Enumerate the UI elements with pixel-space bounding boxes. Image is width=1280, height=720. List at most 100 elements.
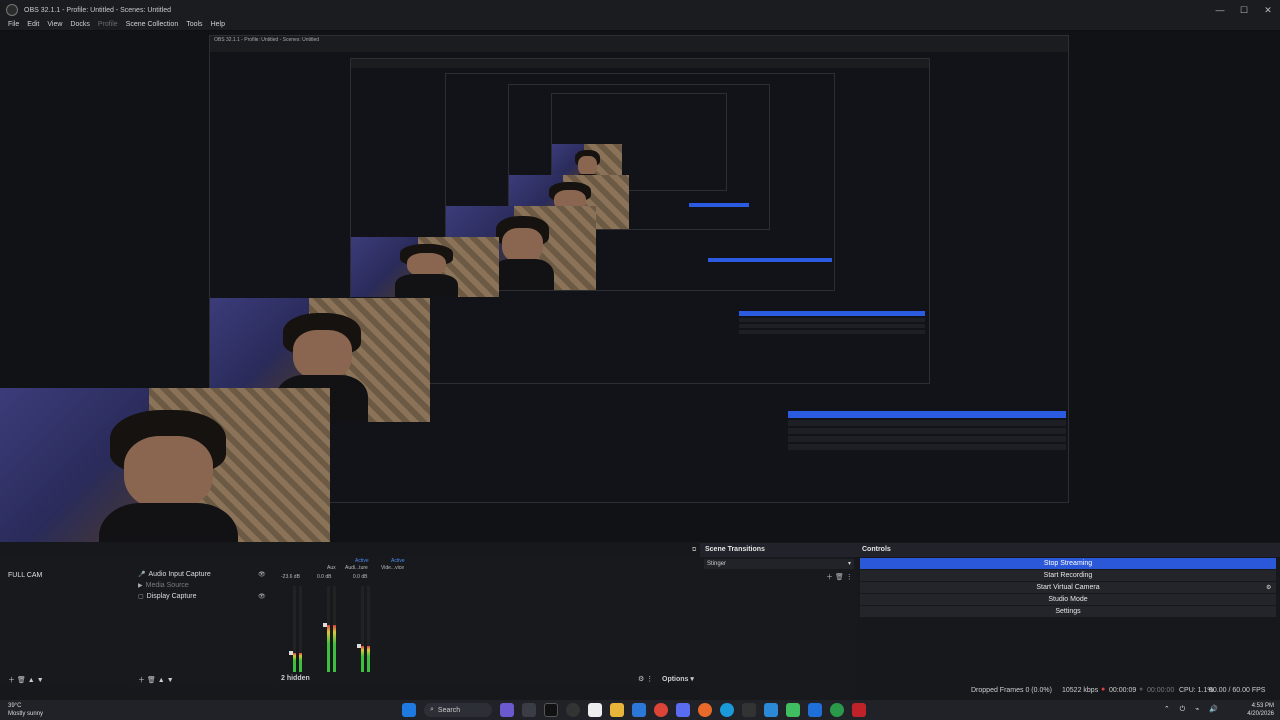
weather-widget[interactable]: 39°C Mostly sunny <box>8 702 43 718</box>
controls-header: Controls <box>857 543 1280 557</box>
source-up-button[interactable]: ▲ <box>158 677 165 684</box>
volume-meter-bar <box>367 586 370 672</box>
menu-help[interactable]: Help <box>211 21 225 28</box>
recording-time: 00:00:00 <box>1147 687 1175 694</box>
status-bar: Dropped Frames 0 (0.0%) 10522 kbps ● 00:… <box>0 686 1280 700</box>
nested-stop-streaming <box>689 203 749 207</box>
hidden-count[interactable]: 2 hidden <box>281 675 310 682</box>
mixer-menu-icon[interactable]: ⋮ <box>646 676 653 683</box>
vscode-icon[interactable] <box>808 703 822 717</box>
store-icon[interactable] <box>632 703 646 717</box>
stop-streaming-button[interactable]: Stop Streaming <box>860 558 1276 569</box>
volume-slider[interactable] <box>357 644 361 649</box>
app-icon[interactable] <box>786 703 800 717</box>
window-title: OBS 32.1.1 - Profile: Untitled - Scenes:… <box>24 6 172 14</box>
volume-slider[interactable] <box>289 651 293 656</box>
app-icon[interactable] <box>764 703 778 717</box>
maximize-button[interactable]: ☐ <box>1232 5 1256 16</box>
volume-meter-bar <box>299 586 302 672</box>
sources-dock: 🎤 Audio Input Capture ▶ Media Source ▢ Disp… <box>134 556 274 686</box>
mixer-toolbar: ⚙ ⋮ <box>638 675 653 683</box>
options-button[interactable]: Options ▾ <box>662 675 694 683</box>
nested-row <box>739 330 925 334</box>
visibility-eye-icon[interactable]: 👁 <box>258 593 266 600</box>
windows-start-icon[interactable] <box>402 703 416 717</box>
nested-row <box>788 428 1066 434</box>
start-virtual-camera-button[interactable]: Start Virtual Camera <box>860 582 1276 593</box>
volume-meter-bar <box>293 586 296 672</box>
source-down-button[interactable]: ▼ <box>167 677 174 684</box>
notepad-icon[interactable] <box>588 703 602 717</box>
volume-slider[interactable] <box>323 622 327 627</box>
menu-edit[interactable]: Edit <box>27 21 39 28</box>
menu-view[interactable]: View <box>47 21 62 28</box>
firefox-icon[interactable] <box>698 703 712 717</box>
nested-title-2 <box>351 59 929 68</box>
source-item[interactable]: ▶ Media Source <box>138 582 189 589</box>
widget-icon[interactable] <box>500 703 514 717</box>
add-scene-button[interactable]: ＋ <box>8 677 15 684</box>
file-explorer-icon[interactable] <box>610 703 624 717</box>
virtual-camera-settings-icon[interactable]: ⚙ <box>1266 584 1271 591</box>
menu-scene-collection[interactable]: Scene Collection <box>126 21 179 28</box>
nested-capture-window-2 <box>350 58 930 384</box>
nested-capture-window-3 <box>445 73 835 291</box>
source-item[interactable]: 🎤 Audio Input Capture <box>138 571 211 578</box>
obs-icon[interactable] <box>566 703 580 717</box>
chrome-icon[interactable] <box>654 703 668 717</box>
dropped-frames: Dropped Frames 0 (0.0%) <box>971 687 1052 694</box>
clock-date: 4/20/2026 <box>1247 711 1274 717</box>
weather-desc: Mostly sunny <box>8 711 44 717</box>
tray-icons[interactable]: ⌃ ⏻ ⌁ 🔊 <box>1164 705 1222 714</box>
menu-file[interactable]: File <box>8 21 19 28</box>
menu-tools[interactable]: Tools <box>186 21 202 28</box>
studio-mode-button[interactable]: Studio Mode <box>860 594 1276 605</box>
volume-meter-fill <box>367 646 370 672</box>
transition-menu-icon[interactable]: ⋮ <box>846 574 853 581</box>
chevron-down-icon: ▾ <box>847 561 851 567</box>
preview-canvas[interactable]: OBS 32.1.1 - Profile: Untitled - Scenes:… <box>0 31 1280 542</box>
minimize-button[interactable]: — <box>1208 5 1232 16</box>
mixer-settings-icon[interactable]: ⚙ <box>638 676 644 683</box>
transition-select[interactable]: Stinger ▾ <box>704 559 854 569</box>
docks-area: FULL CAM ＋ 🗑 ▲ ▼ 🎤 Audio Input Capture ▶ M… <box>0 542 1280 700</box>
menu-profile[interactable]: Profile <box>98 21 118 28</box>
scene-up-button[interactable]: ▲ <box>28 677 35 684</box>
add-transition-button[interactable]: ＋ <box>826 574 833 581</box>
app-icon[interactable] <box>852 703 866 717</box>
remove-transition-button[interactable]: 🗑 <box>835 574 844 581</box>
app-icon[interactable] <box>676 703 690 717</box>
microphone-icon: 🎤 <box>138 572 146 578</box>
dock-float-icon[interactable]: ⧉ <box>692 547 696 554</box>
taskbar-search[interactable]: ⌕ Search <box>424 703 492 717</box>
start-recording-button[interactable]: Start Recording <box>860 570 1276 581</box>
nested-row <box>788 436 1066 442</box>
menu-bar: File Edit View Docks Profile Scene Colle… <box>0 18 1280 30</box>
volume-meter-fill <box>327 625 330 672</box>
webcam-feed <box>0 388 330 542</box>
calculator-icon[interactable] <box>742 703 756 717</box>
menu-docks[interactable]: Docks <box>70 21 89 28</box>
volume-meter-fill <box>293 653 296 672</box>
settings-button[interactable]: Settings <box>860 606 1276 617</box>
remove-scene-button[interactable]: 🗑 <box>17 677 26 684</box>
windows-taskbar: 39°C Mostly sunny ⌕ Search 4:53 PM 4/20/… <box>0 700 1280 720</box>
search-icon: ⌕ <box>430 706 434 713</box>
visibility-eye-icon[interactable]: 👁 <box>258 571 266 578</box>
fps: 60.00 / 60.00 FPS <box>1209 687 1266 694</box>
terminal-icon[interactable] <box>544 703 558 717</box>
scene-down-button[interactable]: ▼ <box>37 677 44 684</box>
nested-stop-streaming-1 <box>788 411 1066 418</box>
system-tray[interactable]: 4:53 PM 4/20/2026 <box>1247 702 1274 718</box>
remove-source-button[interactable]: 🗑 <box>147 677 156 684</box>
chrome-icon[interactable] <box>830 703 844 717</box>
add-source-button[interactable]: ＋ <box>138 677 145 684</box>
webcam-feed-3 <box>351 237 499 297</box>
source-item[interactable]: ▢ Display Capture <box>138 593 196 600</box>
volume-meter-bar <box>361 586 364 672</box>
scene-item[interactable]: FULL CAM <box>8 572 42 579</box>
task-view-icon[interactable] <box>522 703 536 717</box>
close-button[interactable]: ✕ <box>1256 5 1280 16</box>
scene-transitions-dock: Stinger ▾ ＋ 🗑 ⋮ <box>700 557 857 700</box>
edge-icon[interactable] <box>720 703 734 717</box>
